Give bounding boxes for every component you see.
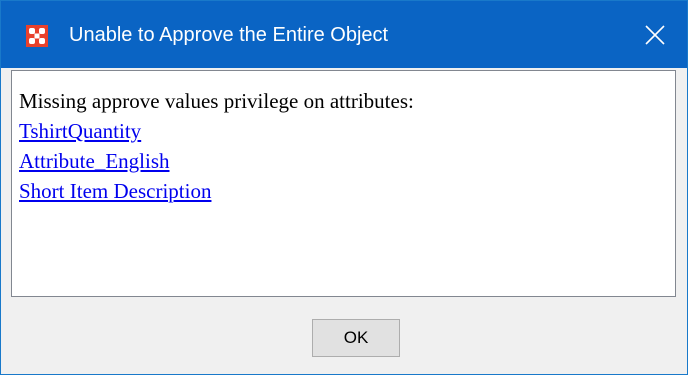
close-icon <box>645 25 665 45</box>
app-logo-icon <box>26 25 48 47</box>
dialog-title: Unable to Approve the Entire Object <box>69 24 389 46</box>
attribute-link-tshirtquantity[interactable]: TshirtQuantity <box>19 116 141 146</box>
message-panel: Missing approve values privilege on attr… <box>11 70 676 297</box>
message-text: Missing approve values privilege on attr… <box>19 89 414 113</box>
attribute-link-short-item-description[interactable]: Short Item Description <box>19 176 211 206</box>
dialog-window: Unable to Approve the Entire Object Miss… <box>0 0 688 375</box>
close-button[interactable] <box>623 1 687 68</box>
attribute-link-attribute-english[interactable]: Attribute_English <box>19 146 170 176</box>
title-bar: Unable to Approve the Entire Object <box>1 1 687 68</box>
ok-button[interactable]: OK <box>312 319 400 357</box>
